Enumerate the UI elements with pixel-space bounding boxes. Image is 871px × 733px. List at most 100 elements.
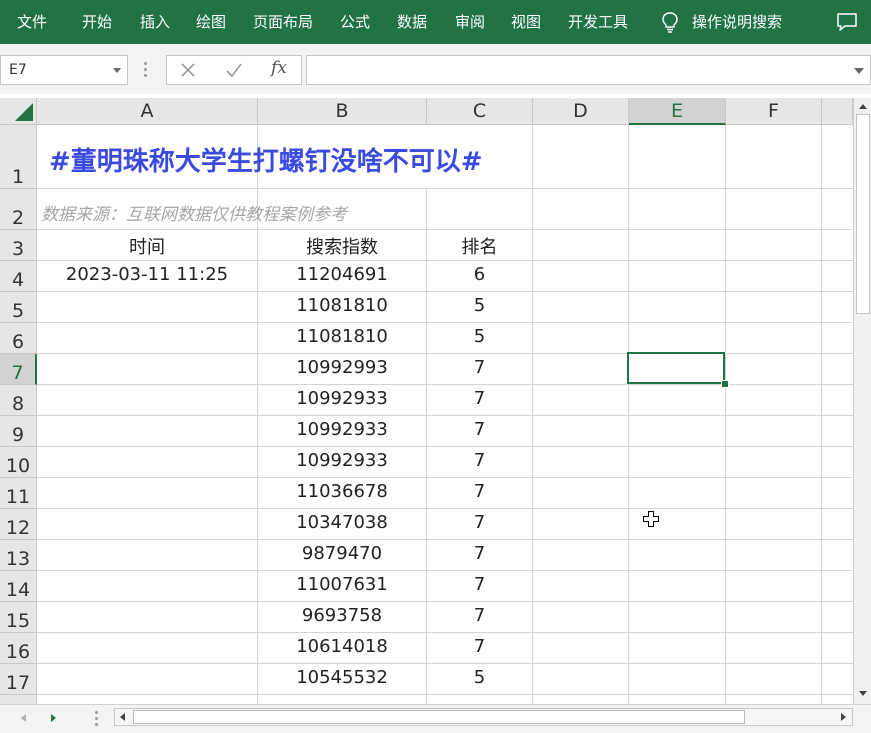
row-header-15[interactable]: 15 <box>0 602 37 633</box>
horizontal-scroll-thumb[interactable] <box>133 710 745 724</box>
row-header-16[interactable]: 16 <box>0 633 37 664</box>
row-header-14[interactable]: 14 <box>0 571 37 602</box>
cell-index[interactable]: 11081810 <box>258 326 426 347</box>
gridline <box>37 188 853 189</box>
column-header-b[interactable]: B <box>258 98 427 125</box>
cell-index[interactable]: 11081810 <box>258 295 426 316</box>
row-header-11[interactable]: 11 <box>0 478 37 509</box>
cell-index[interactable]: 10992933 <box>258 388 426 409</box>
cell-index[interactable]: 11007631 <box>258 574 426 595</box>
next-sheet-icon[interactable] <box>46 711 60 725</box>
menu-formulas[interactable]: 公式 <box>340 12 370 32</box>
name-box[interactable]: E7 <box>0 55 128 85</box>
select-all-button[interactable] <box>0 98 37 125</box>
scroll-left-icon[interactable] <box>116 710 130 724</box>
column-header-c[interactable]: C <box>427 98 533 125</box>
cell-rank[interactable]: 7 <box>427 481 532 502</box>
comment-icon[interactable] <box>836 12 858 32</box>
row-header-13[interactable]: 13 <box>0 540 37 571</box>
cell-rank[interactable]: 7 <box>427 636 532 657</box>
menu-file[interactable]: 文件 <box>17 12 47 32</box>
menu-page-layout[interactable]: 页面布局 <box>253 12 313 32</box>
header-search-index[interactable]: 搜索指数 <box>258 233 426 259</box>
cell-rank[interactable]: 7 <box>427 543 532 564</box>
drag-handle-icon[interactable] <box>144 62 148 78</box>
column-header-d[interactable]: D <box>533 98 629 125</box>
scroll-right-icon[interactable] <box>836 710 850 724</box>
cell-rank[interactable]: 7 <box>427 419 532 440</box>
cell-index[interactable]: 10992993 <box>258 357 426 378</box>
gridline <box>37 415 853 416</box>
horizontal-scrollbar[interactable] <box>114 708 853 726</box>
row-header-1[interactable]: 1 <box>0 125 37 189</box>
cell-index[interactable]: 9879470 <box>258 543 426 564</box>
row-header-3[interactable]: 3 <box>0 230 37 261</box>
menu-view[interactable]: 视图 <box>511 12 541 32</box>
cell-rank[interactable]: 7 <box>427 357 532 378</box>
row-header-2[interactable]: 2 <box>0 189 37 230</box>
prev-sheet-icon[interactable] <box>17 711 31 725</box>
active-cell-e7[interactable] <box>627 352 725 384</box>
gridline <box>37 260 853 261</box>
cell-rank[interactable]: 7 <box>427 388 532 409</box>
cancel-x-icon[interactable] <box>177 59 199 81</box>
expand-formula-icon[interactable] <box>854 68 864 74</box>
menu-insert[interactable]: 插入 <box>140 12 170 32</box>
menu-data[interactable]: 数据 <box>397 12 427 32</box>
vertical-scrollbar[interactable] <box>853 98 871 704</box>
lightbulb-icon[interactable] <box>660 11 680 33</box>
gridline <box>37 508 853 509</box>
cell-rank[interactable]: 6 <box>427 264 532 285</box>
vertical-scroll-thumb[interactable] <box>856 114 870 314</box>
cell-index[interactable]: 9693758 <box>258 605 426 626</box>
cell-time[interactable]: 2023-03-11 11:25 <box>37 264 257 285</box>
column-header-e[interactable]: E <box>629 98 726 125</box>
row-header-10[interactable]: 10 <box>0 447 37 478</box>
menu-draw[interactable]: 绘图 <box>196 12 226 32</box>
row-header-5[interactable]: 5 <box>0 292 37 323</box>
cell-rank[interactable]: 7 <box>427 574 532 595</box>
column-header-a[interactable]: A <box>37 98 258 125</box>
row-header-12[interactable]: 12 <box>0 509 37 540</box>
column-header-g[interactable] <box>822 98 853 125</box>
row-header-4[interactable]: 4 <box>0 261 37 292</box>
cell-rank[interactable]: 7 <box>427 512 532 533</box>
insert-function-button[interactable]: fx <box>271 58 287 78</box>
header-rank[interactable]: 排名 <box>427 233 532 259</box>
cell-index[interactable]: 10992933 <box>258 419 426 440</box>
menu-developer[interactable]: 开发工具 <box>568 12 628 32</box>
row-header-6[interactable]: 6 <box>0 323 37 354</box>
chevron-down-icon[interactable] <box>113 68 121 73</box>
row-header-18[interactable] <box>0 695 37 704</box>
cell-rank[interactable]: 5 <box>427 326 532 347</box>
cell-index[interactable]: 10614018 <box>258 636 426 657</box>
menu-home[interactable]: 开始 <box>82 12 112 32</box>
fill-handle[interactable] <box>721 380 729 388</box>
row-header-17[interactable]: 17 <box>0 664 37 695</box>
scroll-up-icon[interactable] <box>856 100 870 114</box>
cell-index[interactable]: 10992933 <box>258 450 426 471</box>
tab-splitter-icon[interactable] <box>95 711 99 727</box>
cell-rank[interactable]: 5 <box>427 667 532 688</box>
row-header-8[interactable]: 8 <box>0 385 37 416</box>
tell-me-search[interactable]: 操作说明搜索 <box>692 12 782 32</box>
scroll-down-icon[interactable] <box>856 686 870 700</box>
enter-check-icon[interactable] <box>223 59 245 81</box>
sheet-title[interactable]: #董明珠称大学生打螺钉没啥不可以# <box>49 141 483 178</box>
gridline <box>37 229 853 230</box>
cell-rank[interactable]: 7 <box>427 450 532 471</box>
cell-rank[interactable]: 5 <box>427 295 532 316</box>
cell-index[interactable]: 11036678 <box>258 481 426 502</box>
cell-rank[interactable]: 7 <box>427 605 532 626</box>
formula-input[interactable] <box>306 55 871 85</box>
column-header-f[interactable]: F <box>726 98 822 125</box>
spreadsheet-grid[interactable]: A B C D E F 1 2 3 4 5 6 7 8 9 10 11 12 1… <box>0 98 853 704</box>
menu-review[interactable]: 审阅 <box>455 12 485 32</box>
header-time[interactable]: 时间 <box>37 233 257 259</box>
cell-index[interactable]: 11204691 <box>258 264 426 285</box>
data-source-note[interactable]: 数据来源：互联网数据仅供教程案例参考 <box>41 200 347 225</box>
row-header-7[interactable]: 7 <box>0 354 37 385</box>
cell-index[interactable]: 10545532 <box>258 667 426 688</box>
cell-index[interactable]: 10347038 <box>258 512 426 533</box>
row-header-9[interactable]: 9 <box>0 416 37 447</box>
